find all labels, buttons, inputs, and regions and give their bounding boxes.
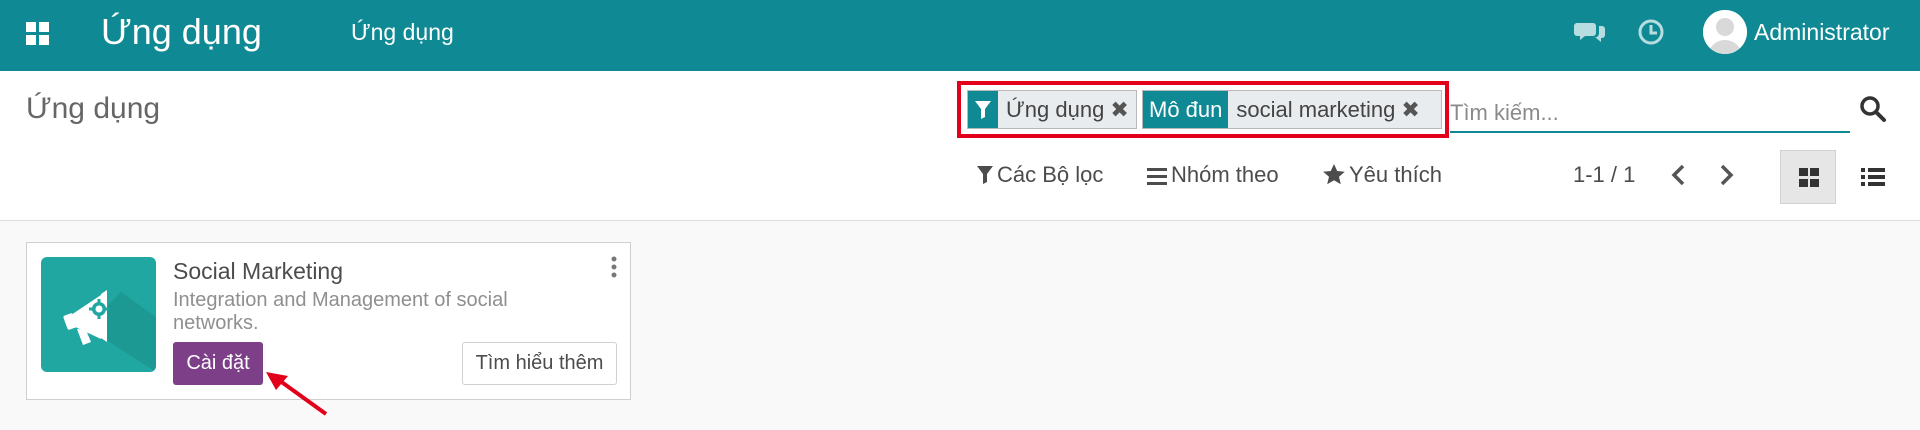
username: Administrator <box>1754 19 1890 45</box>
list-icon <box>1861 168 1885 186</box>
chat-icon[interactable] <box>1574 17 1606 49</box>
favorites-label: Yêu thích <box>1349 162 1442 187</box>
chevron-left-icon[interactable] <box>1666 162 1692 188</box>
star-icon <box>1323 162 1345 194</box>
search-input[interactable] <box>1450 95 1850 133</box>
control-panel: Ứng dụng Ứng dụng ✖ Mô đun social market… <box>0 71 1920 221</box>
favorites-button[interactable]: Yêu thích <box>1323 159 1442 191</box>
kanban-icon <box>1799 168 1819 187</box>
activity-clock-icon[interactable] <box>1636 17 1666 47</box>
app-brand[interactable]: Ứng dụng <box>101 10 262 54</box>
filter-icon <box>977 162 993 194</box>
chevron-right-icon[interactable] <box>1713 162 1739 188</box>
nav-menu-apps[interactable]: Ứng dụng <box>351 18 454 46</box>
app-title: Social Marketing <box>173 258 344 284</box>
avatar <box>1703 10 1747 54</box>
megaphone-icon <box>41 257 156 372</box>
facet-value: Ứng dụng <box>1006 96 1105 122</box>
vertical-dots-icon[interactable] <box>608 255 620 279</box>
remove-facet-icon[interactable]: ✖ <box>1110 97 1134 123</box>
apps-menu-icon[interactable] <box>26 22 50 46</box>
bars-icon <box>1147 162 1167 194</box>
filters-button[interactable]: Các Bộ lọc <box>977 159 1103 191</box>
facet-module[interactable]: Mô đun social marketing ✖ <box>1142 90 1442 129</box>
top-navbar: Ứng dụng Ứng dụng Administrator <box>0 0 1920 71</box>
page-title: Ứng dụng <box>26 92 161 125</box>
remove-facet-icon[interactable]: ✖ <box>1401 97 1425 123</box>
facet-filter-apps[interactable]: Ứng dụng ✖ <box>967 90 1137 129</box>
filter-icon <box>968 91 998 128</box>
learn-more-button[interactable]: Tìm hiểu thêm <box>462 342 617 385</box>
kanban-view-button[interactable] <box>1780 150 1836 204</box>
red-arrow-annotation <box>266 372 328 416</box>
facet-label: Mô đun <box>1143 91 1229 128</box>
app-description: Integration and Management of social net… <box>173 289 508 334</box>
group-by-button[interactable]: Nhóm theo <box>1147 159 1279 191</box>
install-button[interactable]: Cài đặt <box>173 342 263 385</box>
facet-value: social marketing <box>1236 96 1396 122</box>
group-by-label: Nhóm theo <box>1171 162 1279 187</box>
pager-value[interactable]: 1-1 / 1 <box>1573 159 1635 191</box>
list-view-button[interactable] <box>1845 150 1901 204</box>
search-icon[interactable] <box>1858 94 1888 124</box>
filters-label: Các Bộ lọc <box>997 162 1104 187</box>
